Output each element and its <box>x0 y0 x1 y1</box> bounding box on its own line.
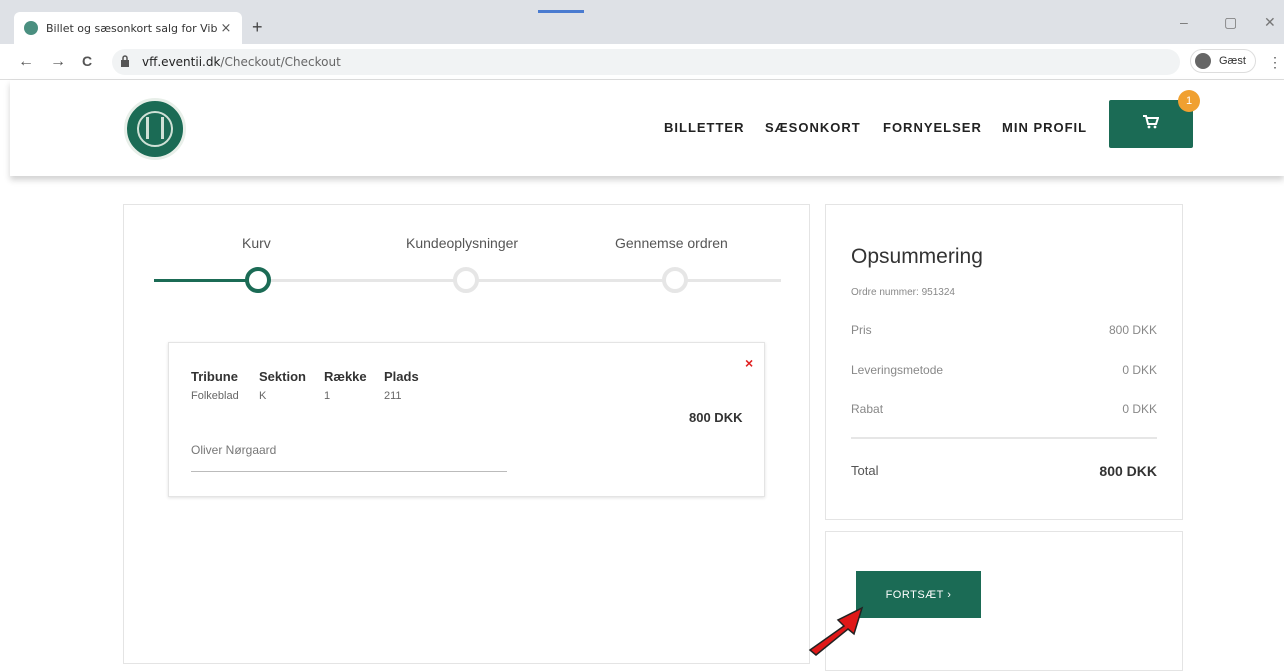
item-price: 800 DKK <box>689 410 743 425</box>
col-header-tribune: Tribune <box>191 369 238 384</box>
total-label: Total <box>851 463 879 478</box>
annotation-arrow-icon <box>808 606 864 656</box>
loading-indicator <box>538 10 584 13</box>
browser-tab[interactable]: Billet og sæsonkort salg for Vibor × <box>14 12 242 44</box>
favicon-icon <box>24 21 38 35</box>
step-dot-gennemse-ordren[interactable] <box>662 267 688 293</box>
col-header-raekke: Række <box>324 369 367 384</box>
remove-item-icon[interactable]: × <box>745 355 753 371</box>
minimize-button[interactable]: – <box>1180 14 1188 30</box>
step-dot-kurv[interactable] <box>245 267 271 293</box>
ticket-holder-name[interactable]: Oliver Nørgaard <box>191 443 276 457</box>
profile-button[interactable]: Gæst <box>1190 49 1256 73</box>
nav-min-profil[interactable]: MIN PROFIL <box>1002 120 1087 135</box>
summary-divider <box>851 437 1157 439</box>
value-sektion: K <box>259 390 267 402</box>
summary-label-levering: Leveringsmetode <box>851 363 944 377</box>
summary-value-rabat: 0 DKK <box>1122 402 1157 416</box>
nav-billetter[interactable]: BILLETTER <box>664 120 745 135</box>
step-label-kurv: Kurv <box>242 235 271 251</box>
cart-icon <box>1143 114 1160 134</box>
url-path: /Checkout/Checkout <box>220 55 341 69</box>
value-raekke: 1 <box>324 390 331 402</box>
order-number: Ordre nummer: 951324 <box>851 287 955 298</box>
tab-title: Billet og sæsonkort salg for Vibor <box>46 21 218 35</box>
club-logo[interactable] <box>124 98 186 160</box>
summary-value-levering: 0 DKK <box>1122 363 1157 377</box>
cart-item-card: Tribune Sektion Række Plads Folkeblad K … <box>168 342 765 497</box>
profile-avatar-icon <box>1195 53 1211 69</box>
address-bar-row: ← → C vff.eventii.dk/Checkout/Checkout G… <box>0 44 1284 80</box>
browser-tabbar: Billet og sæsonkort salg for Vibor × + –… <box>0 0 1284 44</box>
new-tab-button[interactable]: + <box>252 17 263 38</box>
browser-menu-icon[interactable]: ⋮ <box>1268 54 1282 71</box>
close-window-button[interactable]: ✕ <box>1264 14 1276 31</box>
site-header: BILLETTER SÆSONKORT FORNYELSER MIN PROFI… <box>10 80 1284 176</box>
progress-track-done <box>154 279 259 282</box>
progress-track-remaining <box>259 279 781 282</box>
url-field[interactable]: vff.eventii.dk/Checkout/Checkout <box>112 49 1180 75</box>
summary-title: Opsummering <box>851 245 983 268</box>
col-header-sektion: Sektion <box>259 369 306 384</box>
summary-card: Opsummering Ordre nummer: 951324 Pris 80… <box>825 204 1183 520</box>
nav-fornyelser[interactable]: FORNYELSER <box>883 120 982 135</box>
profile-label: Gæst <box>1219 55 1246 67</box>
summary-value-pris: 800 DKK <box>1108 323 1157 337</box>
holder-underline <box>191 471 507 472</box>
logo-emblem <box>146 117 164 139</box>
url-domain: vff.eventii.dk <box>142 55 221 69</box>
lock-icon <box>120 54 134 70</box>
step-label-kundeoplysninger: Kundeoplysninger <box>406 235 519 251</box>
tab-close-icon[interactable]: × <box>218 21 234 36</box>
step-label-gennemse-ordren: Gennemse ordren <box>615 235 728 251</box>
col-header-plads: Plads <box>384 369 419 384</box>
total-value: 800 DKK <box>1099 463 1157 479</box>
forward-icon[interactable]: → <box>50 53 66 71</box>
back-icon[interactable]: ← <box>18 53 34 71</box>
reload-icon[interactable]: C <box>82 53 92 69</box>
value-tribune: Folkeblad <box>191 390 239 402</box>
step-dot-kundeoplysninger[interactable] <box>453 267 479 293</box>
cart-count-badge: 1 <box>1178 90 1200 112</box>
summary-label-rabat: Rabat <box>851 402 884 416</box>
nav-saesonkort[interactable]: SÆSONKORT <box>765 120 861 135</box>
restore-button[interactable]: ▢ <box>1224 14 1237 31</box>
value-plads: 211 <box>384 390 402 402</box>
summary-label-pris: Pris <box>851 323 872 337</box>
